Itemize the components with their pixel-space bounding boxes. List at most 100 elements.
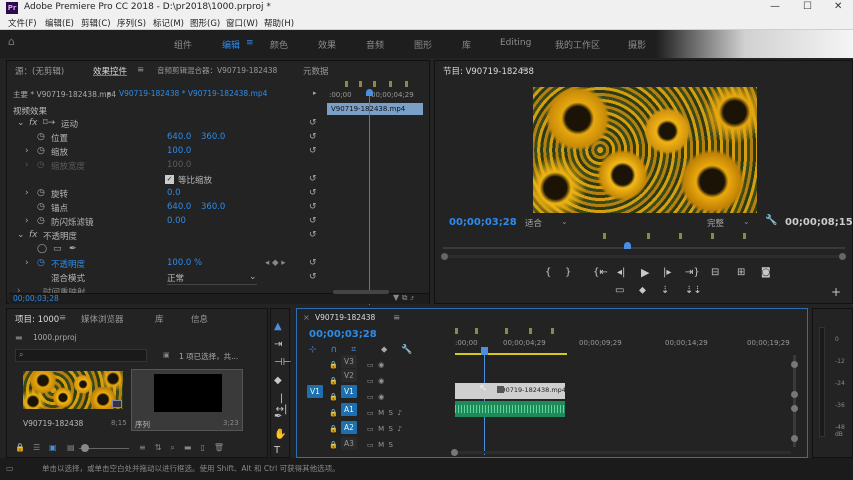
tab-project[interactable]: 项目: 1000 — [15, 313, 59, 325]
extract-icon[interactable]: ⊞ — [737, 267, 745, 278]
step-forward-icon[interactable]: |▸ — [663, 267, 671, 278]
workspace-graphics[interactable]: 图形 — [414, 38, 432, 51]
opacity-row[interactable]: ⌄ fx 不透明度 ↺ — [7, 229, 323, 243]
add-button-icon[interactable]: + — [831, 285, 841, 299]
workspace-camera[interactable]: 摄影 — [628, 38, 646, 51]
program-playhead[interactable] — [624, 242, 631, 249]
clip-name[interactable]: V90719-182438 — [23, 419, 83, 428]
menu-sequence[interactable]: 序列(S) — [117, 17, 146, 29]
tab-audio-clip-mixer[interactable]: 音频剪辑混合器：V90719-182438 — [157, 65, 277, 76]
track-target-a3[interactable]: A3 — [341, 437, 357, 450]
menu-graphics[interactable]: 图形(G) — [190, 17, 220, 29]
track-target-v1[interactable]: V1 — [341, 385, 357, 398]
mark-out-icon[interactable]: } — [565, 267, 571, 278]
program-menu-icon[interactable]: ≡ — [521, 65, 528, 75]
menu-window[interactable]: 窗口(W) — [226, 17, 258, 29]
property-row[interactable]: › ◷ 防闪烁滤镜 0.00 ↺ — [7, 215, 323, 229]
menu-file[interactable]: 文件(F) — [8, 17, 37, 29]
track-target-v3[interactable]: V3 — [341, 355, 357, 368]
maximize-button[interactable]: ☐ — [803, 1, 812, 12]
menu-edit[interactable]: 编辑(E) — [45, 17, 74, 29]
program-scrubber[interactable] — [443, 247, 845, 249]
workspace-effects[interactable]: 效果 — [318, 38, 336, 51]
work-area-bar[interactable] — [455, 353, 567, 355]
timeline-playhead-head[interactable] — [481, 347, 488, 355]
vertical-scrollbar[interactable] — [793, 355, 796, 447]
lift-icon[interactable]: ⊟ — [711, 267, 719, 278]
blend-mode-row[interactable]: 混合模式 正常 ⌄ ↺ — [7, 271, 323, 285]
mini-playhead[interactable] — [369, 95, 370, 305]
menu-marker[interactable]: 标记(M) — [153, 17, 184, 29]
motion-row[interactable]: ⌄ fx ⌑→ 运动 ↺ — [7, 117, 323, 131]
mark-in-icon[interactable]: { — [545, 267, 551, 278]
add-marker-icon[interactable]: ⬥ — [639, 285, 646, 296]
workspace-editing-en[interactable]: Editing — [500, 38, 531, 48]
project-menu-icon[interactable]: ≡ — [59, 313, 66, 323]
tab-info[interactable]: 信息 — [191, 313, 208, 325]
uniform-scale-row[interactable]: ✓ 等比缩放 ↺ — [7, 173, 323, 187]
timeline-tools-icons[interactable]: ⊹∩⌗ — [309, 345, 370, 355]
workspace-editing[interactable]: 编辑 — [222, 38, 240, 51]
minimize-button[interactable]: — — [770, 1, 780, 12]
close-sequence-icon[interactable]: × — [303, 313, 310, 322]
timeline-timecode[interactable]: 00;00;03;28 — [309, 329, 377, 340]
selection-tool-icon[interactable]: ▲ — [274, 321, 282, 332]
menu-clip[interactable]: 剪辑(C) — [81, 17, 111, 29]
clip-thumbnail[interactable] — [23, 371, 123, 409]
ripple-edit-tool-icon[interactable]: ⊣⊢ — [274, 357, 291, 368]
workspace-color[interactable]: 颜色 — [270, 38, 288, 51]
property-row[interactable]: ◷ 位置 640.0 360.0 ↺ — [7, 131, 323, 145]
lock-icon[interactable]: 🔒 — [15, 443, 25, 452]
quality-select[interactable]: 完整 — [707, 217, 724, 229]
overwrite-icon[interactable]: ⇣⇣ — [685, 285, 702, 296]
project-search-input[interactable]: ⌕ — [15, 349, 147, 362]
mini-clip-bar[interactable]: V90719-182438.mp4 — [327, 103, 423, 115]
hand-tool-icon[interactable]: ✋ — [274, 429, 286, 440]
workspace-menu-icon[interactable]: ≡ — [246, 38, 254, 48]
audio-clip[interactable] — [455, 401, 565, 417]
list-view-icon[interactable]: ☰ — [33, 443, 40, 452]
property-row[interactable]: ◷ 锚点 640.0 360.0 ↺ — [7, 201, 323, 215]
tab-metadata[interactable]: 元数据 — [303, 65, 329, 77]
play-icon[interactable]: ▶ — [641, 266, 649, 279]
safe-margins-icon[interactable]: ▭ — [615, 285, 624, 296]
timeline-settings-icon[interactable]: 🔧 — [401, 345, 412, 355]
tab-source[interactable]: 源：(无剪辑) — [15, 65, 64, 77]
tab-libraries[interactable]: 库 — [155, 313, 164, 325]
workspace-libraries[interactable]: 库 — [462, 38, 471, 51]
opacity-value-row[interactable]: › ◷ 不透明度 100.0 % ◂ ◆ ▸ ↺ — [7, 257, 323, 271]
effect-controls-timecode[interactable]: 00;00;03;28 — [13, 294, 59, 303]
property-row[interactable]: › ◷ 旋转 0.0 ↺ — [7, 187, 323, 201]
sequence-clip-label[interactable]: V90719-182438 * V90719-182438.mp4 — [119, 89, 267, 98]
tab-sequence[interactable]: V90719-182438 — [315, 313, 375, 322]
property-row[interactable]: › ◷ 缩放 100.0 ↺ — [7, 145, 323, 159]
track-target-a1[interactable]: A1 — [341, 403, 357, 416]
sequence-name[interactable]: 序列 — [135, 419, 150, 430]
workspace-assembly[interactable]: 组件 — [174, 38, 192, 51]
razor-tool-icon[interactable]: ◆ — [274, 375, 282, 386]
track-lock-icons[interactable]: 🔒 🔒 🔒 🔒 🔒 🔒 — [329, 357, 338, 453]
new-search-bin-icon[interactable]: ▣ — [163, 351, 170, 359]
tab-media-browser[interactable]: 媒体浏览器 — [81, 313, 124, 325]
source-patch-v1[interactable]: V1 — [307, 385, 323, 398]
tab-effect-controls[interactable]: 效果控件 — [93, 65, 127, 77]
track-select-tool-icon[interactable]: ⇥ — [274, 339, 282, 350]
tab-menu-icon[interactable]: ≡ — [137, 65, 144, 75]
icon-view-icon[interactable]: ▣ — [49, 443, 57, 452]
close-button[interactable]: ✕ — [834, 1, 842, 12]
master-clip-label[interactable]: 主要 * V90719-182438.mp4 — [13, 89, 116, 100]
video-clip[interactable]: V90719-182438.mp4 — [455, 383, 565, 399]
zoom-select[interactable]: 适合 — [525, 217, 542, 229]
mini-zoom-scroll[interactable] — [333, 290, 389, 294]
go-to-out-icon[interactable]: ⇥} — [685, 267, 700, 278]
pen-tool-icon[interactable]: ✒ — [274, 411, 282, 422]
home-icon[interactable]: ⌂ — [8, 35, 15, 48]
play-only-icon[interactable]: ▸ — [313, 89, 317, 97]
program-timecode[interactable]: 00;00;03;28 — [449, 217, 517, 228]
horizontal-scrollbar[interactable] — [455, 451, 791, 454]
export-frame-icon[interactable]: ◙ — [761, 267, 771, 278]
sequence-menu-icon[interactable]: ≡ — [393, 313, 400, 323]
insert-icon[interactable]: ⇣ — [661, 285, 669, 296]
add-marker-timeline-icon[interactable]: ⬥ — [381, 345, 387, 355]
workspace-custom[interactable]: 我的工作区 — [555, 38, 600, 51]
